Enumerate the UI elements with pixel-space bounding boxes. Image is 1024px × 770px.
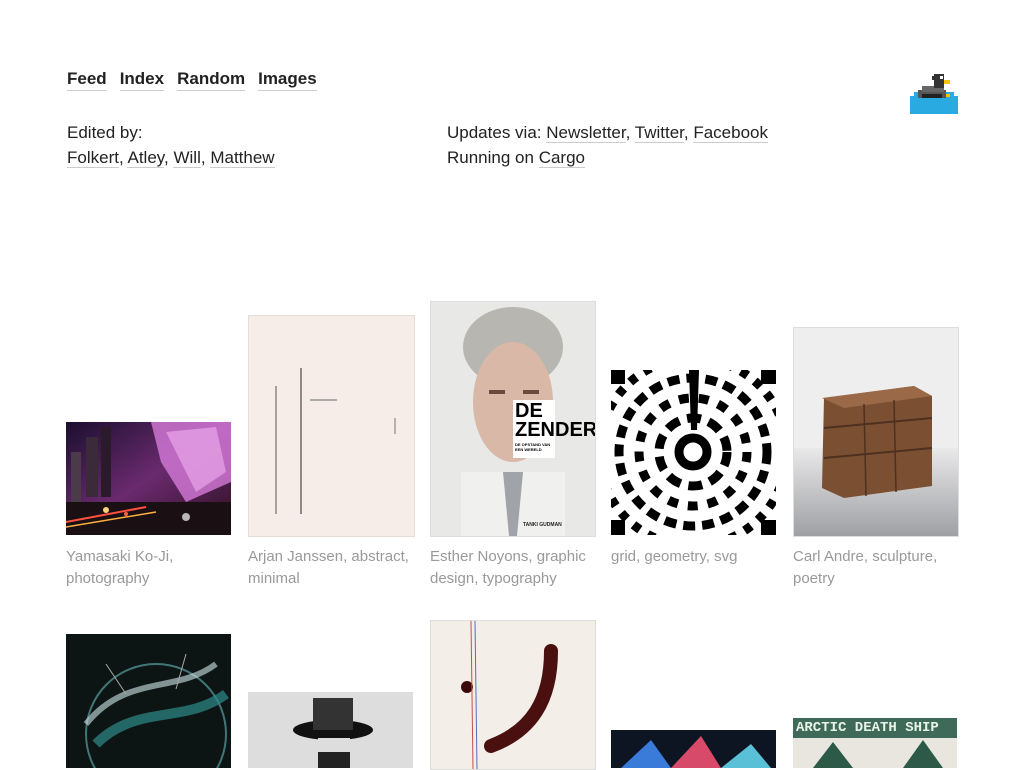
updates-block: Updates via: Newsletter, Twitter, Facebo…: [447, 120, 768, 170]
cargo-link[interactable]: Cargo: [538, 148, 585, 168]
tag-link[interactable]: poetry: [793, 570, 835, 587]
nav-images-link[interactable]: Images: [258, 69, 317, 91]
post-thumbnail-arctic-poster[interactable]: ARCTIC DEATH SHIP: [793, 718, 957, 768]
editors-block: Edited by: Folkert, Atley, Will, Matthew: [67, 120, 275, 170]
tag-link[interactable]: svg: [714, 548, 737, 565]
twitter-link[interactable]: Twitter: [634, 123, 684, 143]
tag-link[interactable]: Carl Andre: [793, 548, 864, 565]
tag-link[interactable]: Yamasaki Ko-Ji: [66, 548, 169, 565]
editors-names: Folkert, Atley, Will, Matthew: [67, 148, 275, 168]
post-thumbnail-minimal[interactable]: [248, 315, 415, 537]
editor-link[interactable]: Atley: [127, 148, 165, 168]
post-thumbnail-illustration[interactable]: [248, 692, 413, 768]
arctic-poster-title: ARCTIC DEATH SHIP: [796, 720, 939, 736]
editors-heading: Edited by:: [67, 123, 143, 142]
post-thumbnail-pattern[interactable]: [611, 370, 776, 535]
post-caption: Yamasaki Ko-Ji, photography: [66, 548, 174, 587]
post-caption: grid, geometry, svg: [611, 548, 738, 565]
newsletter-link[interactable]: Newsletter: [546, 123, 626, 143]
post-thumbnail-sculpture[interactable]: [793, 327, 959, 537]
updates-line: Updates via: Newsletter, Twitter, Facebo…: [447, 123, 768, 143]
post-caption: Arjan Janssen, abstract, minimal: [248, 548, 409, 587]
post-thumbnail-poster[interactable]: DE ZENDER DE OPSTAND VAN EEN WERELD TANK…: [430, 301, 596, 537]
nav-feed-link[interactable]: Feed: [67, 69, 107, 91]
tag-link[interactable]: geometry: [644, 548, 705, 565]
poster-subtitle: DE OPSTAND VAN EEN WERELD: [515, 442, 551, 452]
tag-link[interactable]: Arjan Janssen: [248, 548, 343, 565]
post-thumbnail-abstract-dark[interactable]: [66, 634, 231, 768]
tag-link[interactable]: abstract: [351, 548, 404, 565]
poster-title: DE ZENDER: [515, 400, 595, 440]
nav-index-link[interactable]: Index: [119, 69, 165, 91]
running-prefix: Running on: [447, 148, 539, 167]
tag-link[interactable]: Esther Noyons: [430, 548, 528, 565]
editor-link[interactable]: Matthew: [210, 148, 275, 168]
nav-random-link[interactable]: Random: [177, 69, 246, 91]
updates-prefix: Updates via:: [447, 123, 542, 142]
post-caption: Esther Noyons, graphic design, typograph…: [430, 548, 586, 587]
poster-footer: TANKI GUDMAN: [523, 522, 562, 528]
post-thumbnail-ink-drawing[interactable]: [430, 620, 596, 770]
post-thumbnail-city-photo[interactable]: [66, 422, 231, 535]
post-thumbnail-colorful[interactable]: [611, 730, 776, 768]
duck-logo-icon[interactable]: [910, 66, 958, 114]
tag-link[interactable]: minimal: [248, 570, 300, 587]
tag-link[interactable]: typography: [483, 570, 557, 587]
tag-link[interactable]: photography: [66, 570, 149, 587]
tag-link[interactable]: grid: [611, 548, 636, 565]
editor-link[interactable]: Folkert: [67, 148, 119, 168]
tag-link[interactable]: sculpture: [872, 548, 933, 565]
post-caption: Carl Andre, sculpture, poetry: [793, 548, 938, 587]
running-line: Running on Cargo: [447, 145, 768, 170]
main-nav: Feed Index Random Images: [67, 69, 330, 91]
facebook-link[interactable]: Facebook: [693, 123, 768, 143]
editor-link[interactable]: Will: [173, 148, 201, 168]
